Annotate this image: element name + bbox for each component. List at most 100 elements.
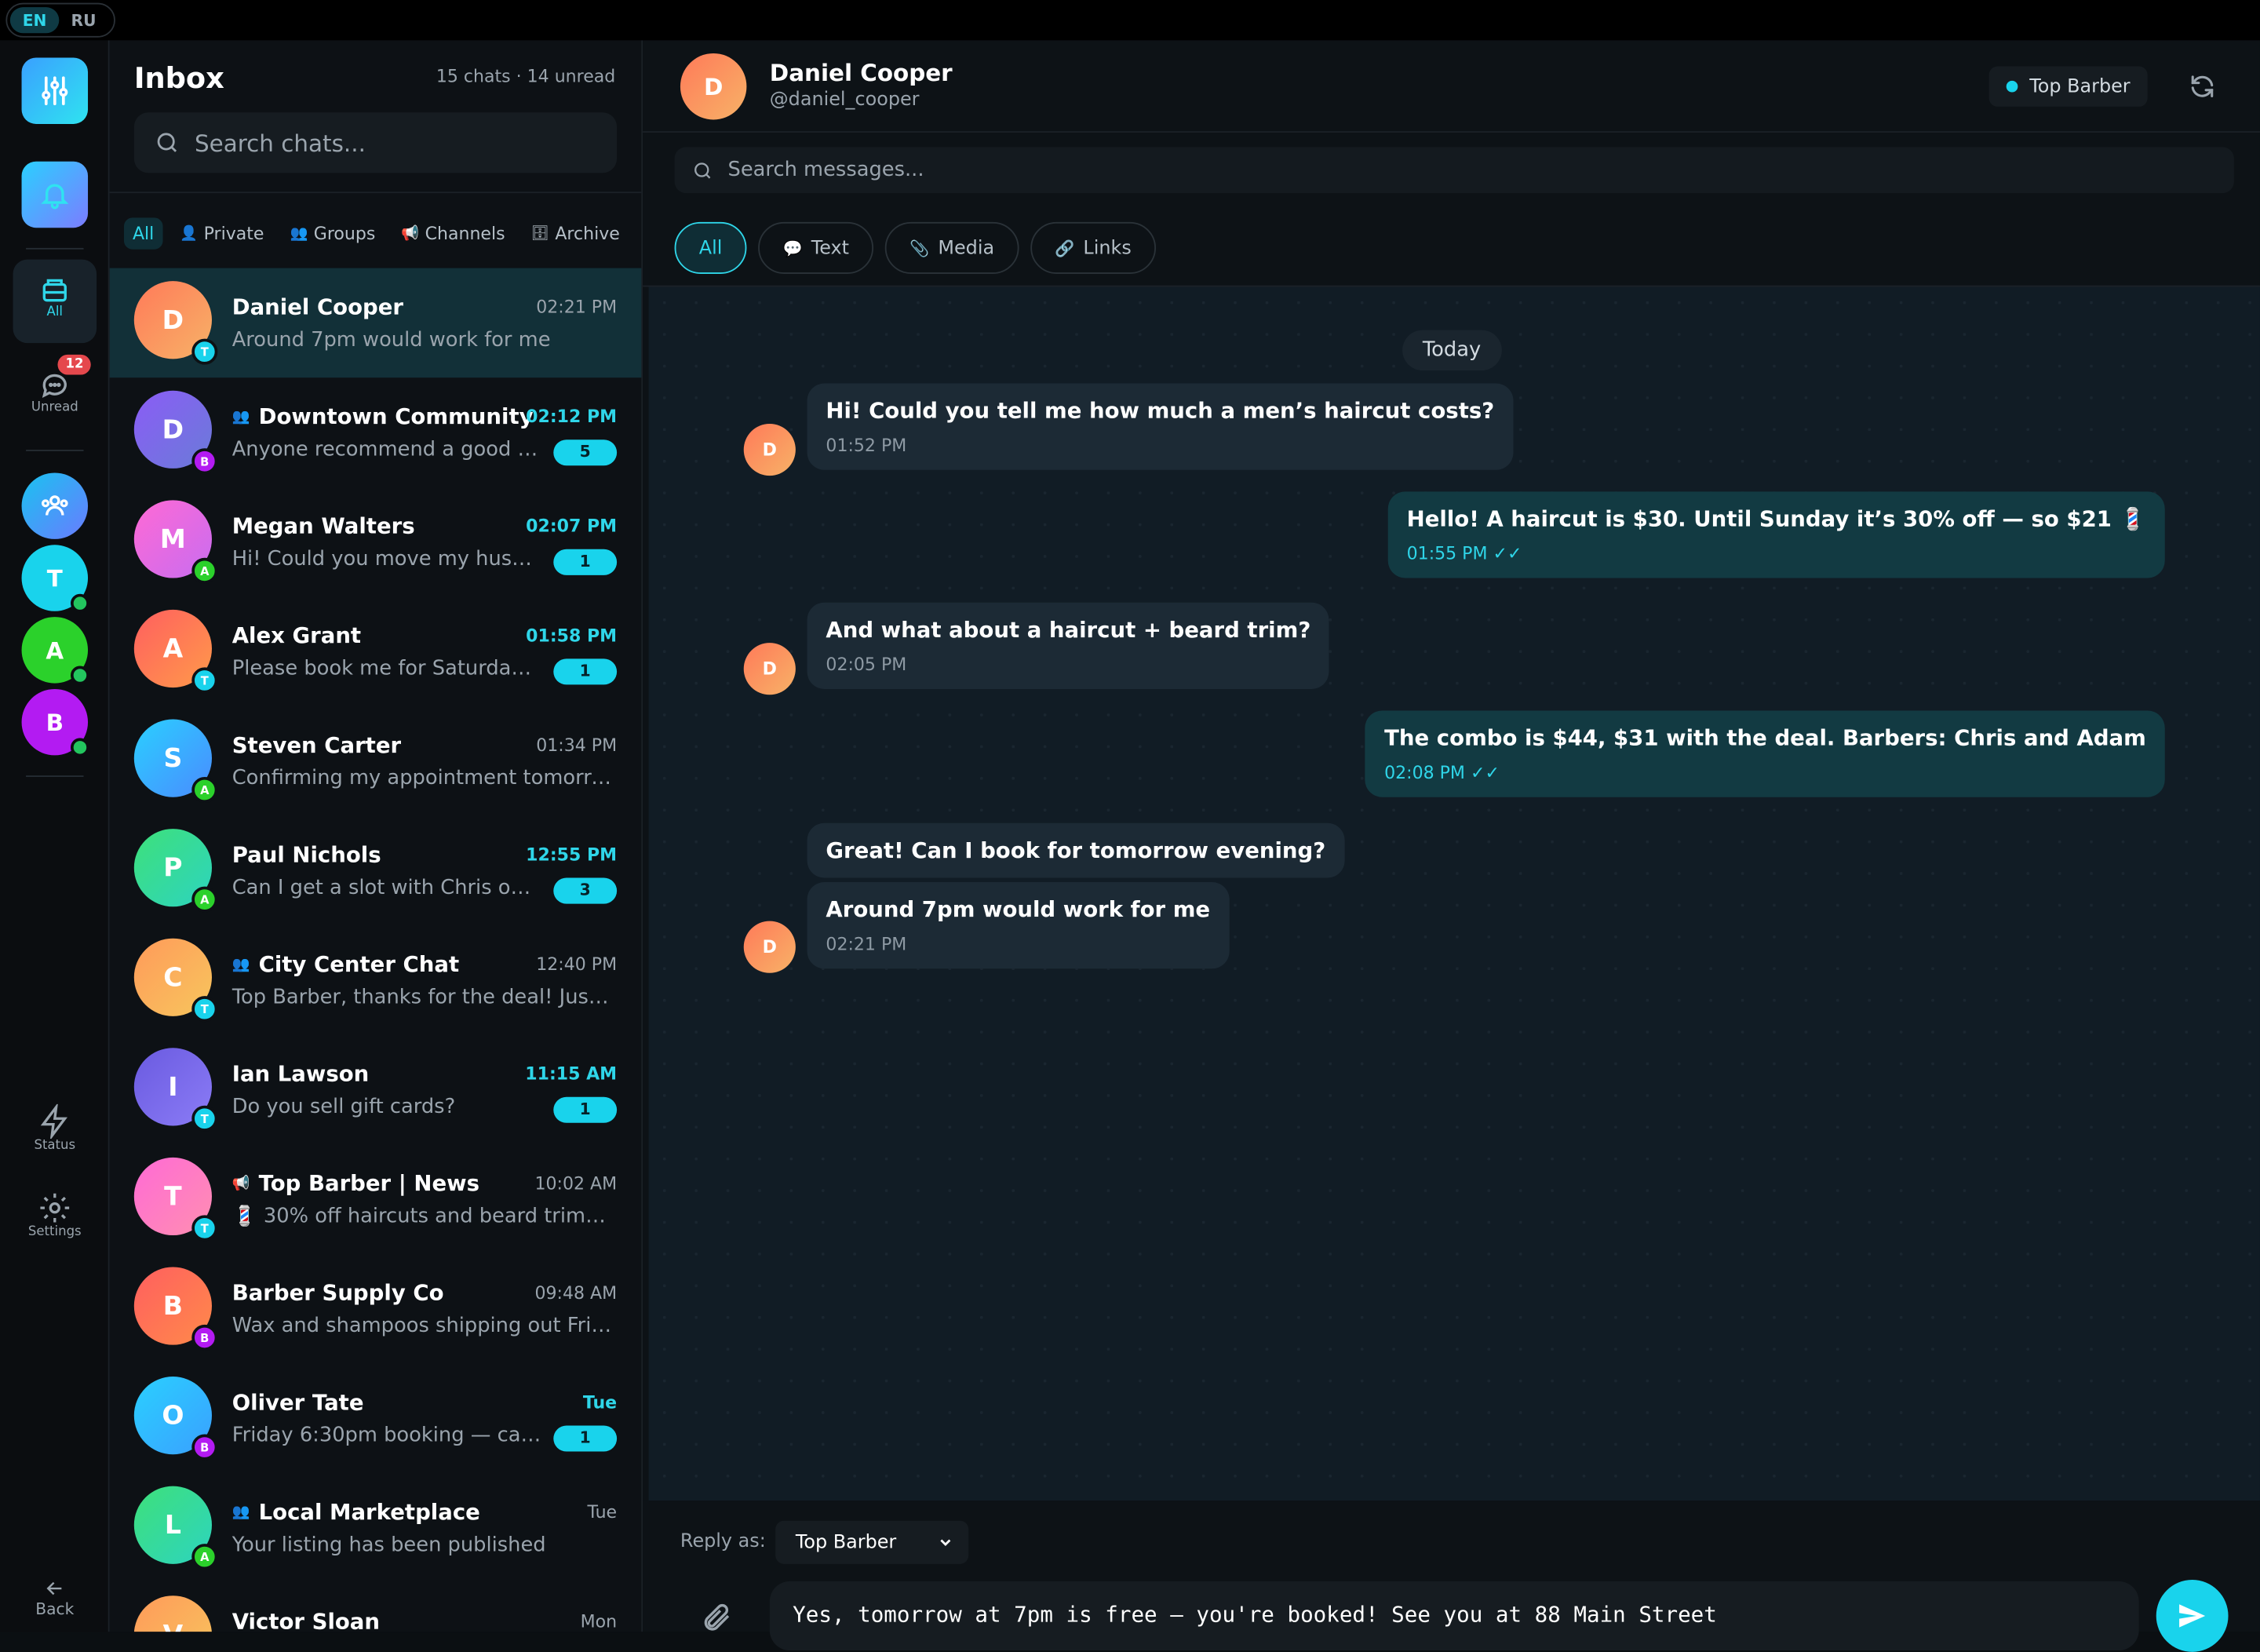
message-input[interactable]: Yes, tomorrow at 7pm is free — you're bo… <box>769 1581 2139 1651</box>
chat-row[interactable]: P A Paul Nichols 12:55 PM Can I get a slot w… <box>110 816 642 926</box>
chip-label: Text <box>811 237 850 259</box>
chat-row[interactable]: L A 👥 Local Marketplace Tue Your listing has … <box>110 1473 642 1583</box>
rail-tab-label: Unread <box>31 400 78 415</box>
chat-time: 02:12 PM <box>526 406 618 427</box>
message-bubble-incoming[interactable]: Hi! Could you tell me how much a men’s h… <box>807 383 1514 470</box>
chat-row[interactable]: T T 📢 Top Barber | News 10:02 AM 💈 30% off ha… <box>110 1144 642 1254</box>
chat-search[interactable] <box>133 112 618 173</box>
avatar-letter: T <box>164 1181 182 1212</box>
filter-tab-all[interactable]: All <box>123 217 163 250</box>
chat-preview: Your listing has been published <box>231 1533 546 1557</box>
list-divider <box>109 191 642 194</box>
message-time: 01:55 PM <box>1406 543 1488 564</box>
avatar-letter: I <box>168 1071 178 1103</box>
message-bubble-outgoing[interactable]: The combo is $44, $31 with the deal. Bar… <box>1365 710 2165 797</box>
chip-all[interactable]: All <box>674 221 747 274</box>
chat-avatar: V <box>133 1595 212 1632</box>
reply-as-select[interactable]: Top Barber <box>775 1520 969 1564</box>
refresh-icon[interactable] <box>2188 72 2217 107</box>
account-mini-badge: T <box>191 338 218 365</box>
language-toggle[interactable]: EN RU <box>5 2 115 38</box>
chat-time: 02:21 PM <box>536 297 618 318</box>
rail-settings-button[interactable]: Settings <box>13 1191 97 1254</box>
send-icon <box>2179 1604 2206 1628</box>
inbox-counts: 15 chats · 14 unread <box>436 66 616 87</box>
message-search-input[interactable] <box>727 159 2025 182</box>
lang-ru-button[interactable]: RU <box>59 7 108 33</box>
filter-label: Private <box>203 223 264 244</box>
avatar-letter: B <box>162 1290 184 1322</box>
unread-badge: 5 <box>553 439 618 466</box>
chat-row[interactable]: C T 👥 City Center Chat 12:40 PM Top Barber, t… <box>110 925 642 1035</box>
chip-text[interactable]: 💬 Text <box>758 221 874 274</box>
chat-search-input[interactable] <box>194 129 599 157</box>
chat-row[interactable]: M A Megan Walters 02:07 PM Hi! Could you mov… <box>110 487 642 597</box>
message-bubble-incoming[interactable]: Great! Can I book for tomorrow evening? <box>807 822 1345 878</box>
message-time: 02:08 PM <box>1384 762 1465 783</box>
message-bubble-outgoing[interactable]: Hello! A haircut is $30. Until Sunday it… <box>1387 491 2165 578</box>
contact-avatar[interactable]: D <box>680 53 747 120</box>
chat-row[interactable]: V Victor Sloan Mon <box>110 1583 642 1632</box>
chat-avatar: IT <box>133 1048 218 1132</box>
filter-tab-archive[interactable]: 🗄 Archive <box>523 217 629 249</box>
filter-tab-channels[interactable]: 📢 Channels <box>392 217 513 249</box>
unread-badge: 1 <box>553 1096 618 1123</box>
account-avatar[interactable]: T <box>21 545 89 613</box>
account-mini-badge: T <box>191 1215 218 1242</box>
chat-row[interactable]: O B Oliver Tate Tue Friday 6:30pm booking — … <box>110 1364 642 1474</box>
filter-icon: 👥 <box>290 225 308 242</box>
unread-badge: 1 <box>553 658 618 685</box>
message-time: 02:21 PM <box>826 934 907 954</box>
filter-label: Channels <box>425 223 505 244</box>
message-time: 02:05 PM <box>826 654 907 675</box>
account-avatar[interactable]: B <box>21 688 89 757</box>
chat-row[interactable]: S A Steven Carter 01:34 PM Confirming my app… <box>110 706 642 816</box>
filter-tab-private[interactable]: 👤 Private <box>171 217 272 249</box>
rail-status-label: Status <box>34 1138 76 1154</box>
message-search[interactable] <box>674 147 2234 194</box>
lang-en-button[interactable]: EN <box>9 7 60 34</box>
chat-row[interactable]: B B Barber Supply Co 09:48 AM Wax and shampo… <box>110 1254 642 1364</box>
filter-icon: 👤 <box>180 225 199 242</box>
account-avatar-all[interactable] <box>21 472 89 539</box>
message-bubble-incoming[interactable]: Around 7pm would work for me 02:21 PM <box>807 882 1229 969</box>
account-mini-badge: B <box>191 1324 218 1351</box>
account-mini-badge: A <box>191 776 218 804</box>
inbox-title: Inbox <box>133 60 224 96</box>
chat-avatar: OB <box>133 1377 218 1461</box>
message-thread[interactable]: Today D Hi! Could you tell me how much a… <box>648 286 2260 1501</box>
rail-back-button[interactable]: Back <box>13 1577 97 1632</box>
rail-status-button[interactable]: Status <box>13 1103 97 1168</box>
chat-filters: All 👤 Private 👥 Groups 📢 Channels 🗄 Archive <box>123 213 629 253</box>
rail-tab-unread[interactable]: 12 Unread <box>13 354 97 432</box>
chat-row[interactable]: D T Daniel Cooper 02:21 PM Around 7pm would … <box>109 268 642 378</box>
message-text: Hello! A haircut is $30. Until Sunday it… <box>1406 505 2146 532</box>
account-pill[interactable]: Top Barber <box>1988 66 2148 107</box>
chat-name: 👥 Local Marketplace <box>232 1499 480 1525</box>
language-bar: EN RU <box>0 0 2260 41</box>
avatar-letter: P <box>163 852 183 883</box>
filter-tab-groups[interactable]: 👥 Groups <box>282 217 385 249</box>
chat-name: Steven Carter <box>232 732 401 758</box>
rail-tab-all[interactable]: All <box>13 259 97 344</box>
sliders-icon[interactable] <box>21 57 89 124</box>
message-bubble-incoming[interactable]: And what about a haircut + beard trim? 0… <box>807 602 1330 689</box>
paperclip-icon[interactable] <box>701 1602 732 1639</box>
chat-row[interactable]: A T Alex Grant 01:58 PM Please book me for S… <box>110 596 642 706</box>
chat-row[interactable]: D B 👥 Downtown Community 02:12 PM Anyone reco… <box>110 377 642 487</box>
chip-links[interactable]: 🔗 Links <box>1030 221 1157 274</box>
bell-icon[interactable] <box>21 161 89 228</box>
chip-media[interactable]: 📎 Media <box>884 221 1019 274</box>
chat-name-text: Daniel Cooper <box>231 294 404 320</box>
chat-name: 📢 Top Barber | News <box>232 1170 479 1196</box>
chat-avatar: CT <box>133 938 218 1023</box>
send-button[interactable] <box>2156 1580 2229 1652</box>
chat-row[interactable]: I T Ian Lawson 11:15 AM Do you sell gift car… <box>110 1035 642 1145</box>
message-text: The combo is $44, $31 with the deal. Bar… <box>1384 724 2146 751</box>
group-icon: 👥 <box>231 1504 250 1520</box>
message-text: Hi! Could you tell me how much a men’s h… <box>826 397 1495 424</box>
account-avatar[interactable]: A <box>21 617 89 685</box>
chat-avatar: PA <box>133 829 218 913</box>
group-icon: 👥 <box>231 408 250 425</box>
chat-preview: Confirming my appointment tomorro... <box>231 767 614 790</box>
